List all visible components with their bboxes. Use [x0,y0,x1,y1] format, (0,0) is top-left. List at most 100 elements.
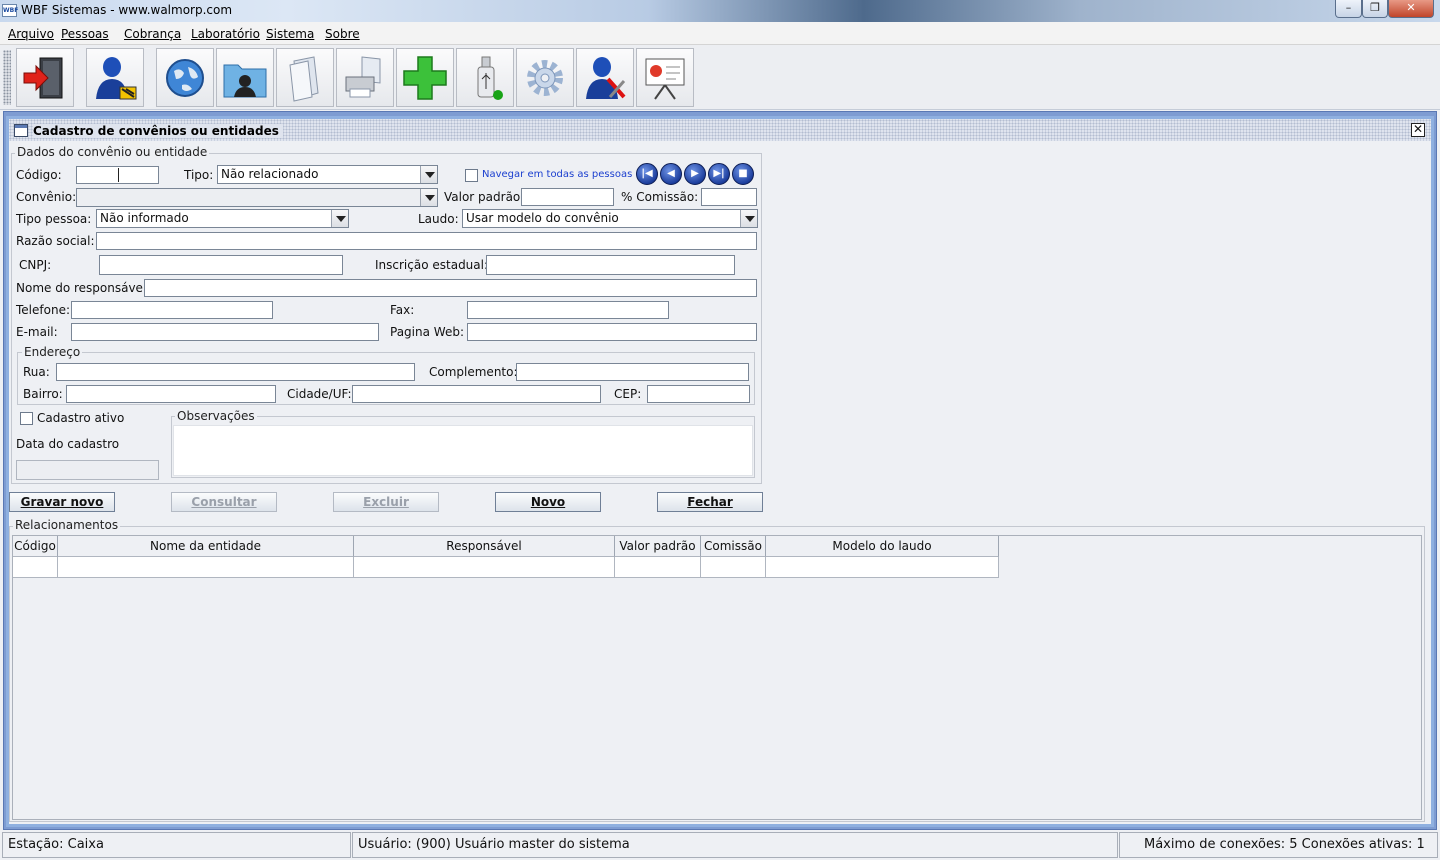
navegar-checkbox[interactable] [465,169,478,182]
presentation-button[interactable] [636,48,694,107]
frame-title: Cadastro de convênios ou entidades [33,124,283,138]
rua-input[interactable] [56,363,415,381]
menu-bar: Arquivo Pessoas Cobrança Laboratório Sis… [0,22,1440,45]
frame-close-button[interactable]: ✕ [1411,123,1425,137]
chevron-down-icon [420,166,437,183]
column-header-comissao[interactable]: Comissão [701,536,766,557]
complemento-input[interactable] [516,363,749,381]
nav-next-button[interactable]: ▶ [684,163,706,185]
first-record-icon: |◀ [641,168,653,179]
internet-button[interactable] [156,48,214,107]
tipo-pessoa-select[interactable]: Não informado [96,209,349,228]
column-header-valor-padrao[interactable]: Valor padrão [615,536,701,557]
bairro-input[interactable] [66,385,276,403]
pagina-web-input[interactable] [467,323,757,341]
nav-first-button[interactable]: |◀ [636,163,658,185]
cnpj-input[interactable] [99,255,343,275]
menu-cobranca[interactable]: Cobrança [124,27,181,41]
usb-button[interactable] [456,48,514,107]
table-cell[interactable] [354,557,615,578]
settings-button[interactable] [516,48,574,107]
gravar-novo-button[interactable]: Gravar novo [9,492,115,512]
stop-icon: ■ [738,168,748,179]
fax-input[interactable] [467,301,669,319]
table-cell[interactable] [13,557,58,578]
novo-button[interactable]: Novo [495,492,601,512]
email-input[interactable] [71,323,379,341]
chevron-down-icon [740,210,757,227]
laudo-label: Laudo: [418,212,459,226]
nav-stop-button[interactable]: ■ [732,163,754,185]
frame-window-icon [14,124,28,137]
persons-button[interactable] [86,48,144,107]
codigo-input[interactable] [76,166,159,184]
telefone-input[interactable] [71,301,273,319]
laudo-select[interactable]: Usar modelo do convênio [462,209,758,228]
table-cell[interactable] [701,557,766,578]
menu-arquivo[interactable]: Arquivo [8,27,54,41]
comissao-input[interactable] [701,188,757,206]
excluir-button[interactable]: Excluir [333,492,439,512]
chevron-down-icon [420,189,437,206]
fechar-button[interactable]: Fechar [657,492,763,512]
column-header-codigo[interactable]: Código [13,536,58,557]
tipo-label: Tipo: [184,168,214,182]
toolbar-grip[interactable] [3,50,11,105]
window-titlebar: WBF WBF Sistemas - www.walmorp.com – ❐ ✕ [0,0,1440,22]
documents-button[interactable] [276,48,334,107]
column-header-modelo-laudo[interactable]: Modelo do laudo [766,536,999,557]
comissao-label: % Comissão: [621,190,699,204]
print-button[interactable] [336,48,394,107]
prev-record-icon: ◀ [667,168,675,179]
relacionamentos-title: Relacionamentos [13,518,121,532]
data-cadastro-input [16,460,159,480]
relacionamentos-table: Código Nome da entidade Responsável Valo… [13,536,999,578]
window-title: WBF Sistemas - www.walmorp.com [21,3,233,17]
close-window-button[interactable]: ✕ [1388,0,1434,18]
globe-icon [166,58,204,97]
responsavel-label: Nome do responsável: [16,281,151,295]
chevron-down-icon [331,210,348,227]
responsavel-input[interactable] [144,279,757,297]
column-header-responsavel[interactable]: Responsável [354,536,615,557]
tipo-select-value: Não relacionado [221,167,319,181]
add-button[interactable] [396,48,454,107]
cadastro-ativo-label: Cadastro ativo [37,411,125,425]
table-cell[interactable] [58,557,354,578]
endereco-title: Endereço [22,345,83,359]
menu-sobre[interactable]: Sobre [325,27,360,41]
tipo-pessoa-label: Tipo pessoa: [16,212,92,226]
nav-prev-button[interactable]: ◀ [660,163,682,185]
maximize-button[interactable]: ❐ [1362,0,1388,18]
status-conexoes: Máximo de conexões: 5 Conexões ativas: 1 [1119,832,1438,858]
dados-group-title: Dados do convênio ou entidade [15,145,210,159]
column-header-nome-entidade[interactable]: Nome da entidade [58,536,354,557]
menu-sistema[interactable]: Sistema [266,27,314,41]
fax-label: Fax: [390,303,415,317]
usb-drive-icon [477,56,503,100]
navegar-label: Navegar em todas as pessoas [482,169,633,180]
cadastro-ativo-checkbox[interactable] [20,412,33,425]
convenio-select[interactable] [76,188,438,207]
consultar-button[interactable]: Consultar [171,492,277,512]
tipo-select[interactable]: Não relacionado [217,165,438,184]
razao-social-input[interactable] [96,232,757,250]
email-label: E-mail: [16,325,58,339]
exit-button[interactable] [16,48,74,107]
minimize-button[interactable]: – [1335,0,1362,18]
exit-door-icon [23,57,63,98]
table-cell[interactable] [615,557,701,578]
user-admin-button[interactable] [576,48,634,107]
inscricao-estadual-label: Inscrição estadual: [375,258,489,272]
cidade-uf-input[interactable] [352,385,601,403]
table-cell[interactable] [766,557,999,578]
menu-laboratorio[interactable]: Laboratório [191,27,260,41]
frame-header: Cadastro de convênios ou entidades ✕ [9,119,1431,141]
nav-last-button[interactable]: ▶| [708,163,730,185]
observacoes-textarea[interactable] [173,425,753,476]
menu-pessoas[interactable]: Pessoas [61,27,109,41]
contacts-button[interactable] [216,48,274,107]
cep-input[interactable] [647,385,750,403]
inscricao-estadual-input[interactable] [486,255,735,275]
valor-padrao-input[interactable] [521,188,614,206]
